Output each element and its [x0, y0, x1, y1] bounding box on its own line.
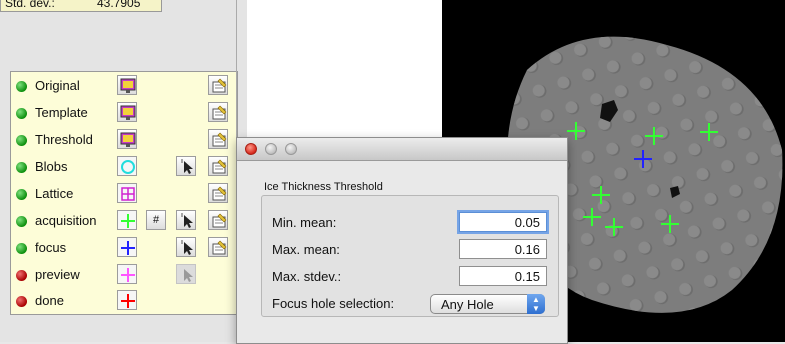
magenta-cross-icon[interactable] — [117, 264, 137, 284]
settings-icon[interactable] — [208, 210, 228, 230]
stats-readout: Std. dev.: 43.7905 — [0, 0, 162, 12]
layer-row-lattice: Lattice — [11, 181, 237, 207]
group-title: Ice Thickness Threshold — [264, 181, 383, 193]
settings-icon[interactable] — [208, 183, 228, 203]
monitor-icon[interactable] — [117, 129, 137, 149]
status-dot-icon[interactable] — [16, 135, 27, 146]
red-cross-icon[interactable] — [117, 290, 137, 310]
status-dot-icon[interactable] — [16, 108, 27, 119]
max-mean-field[interactable]: 0.16 — [459, 239, 547, 259]
layer-name: Lattice — [35, 186, 74, 201]
layer-name: Original — [35, 78, 80, 93]
focus-hole-select[interactable]: Any Hole ▲ ▼ — [430, 294, 545, 314]
hash-button[interactable]: # — [146, 210, 166, 230]
max-stdev-label: Max. stdev.: — [272, 269, 342, 284]
layer-row-preview: preview — [11, 262, 237, 288]
cursor-icon[interactable] — [176, 156, 196, 176]
monitor-icon[interactable] — [117, 75, 137, 95]
minimize-window-icon[interactable] — [265, 143, 277, 155]
cyan-circle-icon[interactable] — [117, 156, 137, 176]
lattice-icon[interactable] — [117, 183, 137, 203]
status-dot-icon[interactable] — [16, 243, 27, 254]
chevron-updown-icon: ▲ ▼ — [527, 294, 545, 314]
cursor-icon[interactable] — [176, 237, 196, 257]
status-dot-icon[interactable] — [16, 162, 27, 173]
dialog-titlebar[interactable] — [237, 138, 567, 161]
focus-hole-selected: Any Hole — [441, 297, 494, 312]
blue-cross-icon[interactable] — [117, 237, 137, 257]
layer-name: done — [35, 293, 64, 308]
layer-panel: Original Template Threshold Blobs Lattic… — [10, 71, 238, 315]
layer-name: focus — [35, 240, 67, 255]
green-cross-icon[interactable] — [117, 210, 137, 230]
layer-name: Threshold — [35, 132, 93, 147]
settings-icon[interactable] — [208, 75, 228, 95]
min-mean-field[interactable]: 0.05 — [459, 212, 547, 232]
stats-label: Std. dev.: — [5, 0, 55, 10]
layer-name: Blobs — [35, 159, 68, 174]
layer-name: acquisition — [35, 213, 97, 228]
layer-row-focus: focus — [11, 235, 237, 261]
max-mean-label: Max. mean: — [272, 242, 340, 257]
layer-row-done: done — [11, 288, 237, 314]
close-window-icon[interactable] — [245, 143, 257, 155]
layer-row-original: Original — [11, 73, 237, 99]
zoom-window-icon[interactable] — [285, 143, 297, 155]
min-mean-label: Min. mean: — [272, 215, 337, 230]
layer-row-template: Template — [11, 100, 237, 126]
stats-value: 43.7905 — [97, 0, 141, 10]
layer-name: preview — [35, 267, 80, 282]
settings-icon[interactable] — [208, 102, 228, 122]
status-dot-icon[interactable] — [16, 270, 27, 281]
status-dot-icon[interactable] — [16, 296, 27, 307]
cursor-disabled-icon — [176, 264, 196, 284]
focus-hole-label: Focus hole selection: — [272, 296, 395, 311]
ice-thickness-dialog: Ice Thickness Threshold Min. mean: 0.05 … — [236, 137, 568, 344]
threshold-group-box: Min. mean: 0.05 Max. mean: 0.16 Max. std… — [261, 195, 559, 317]
monitor-icon[interactable] — [117, 102, 137, 122]
left-panel: Std. dev.: 43.7905 Original Template Thr… — [0, 0, 247, 342]
settings-icon[interactable] — [208, 237, 228, 257]
status-dot-icon[interactable] — [16, 216, 27, 227]
max-stdev-field[interactable]: 0.15 — [459, 266, 547, 286]
settings-icon[interactable] — [208, 156, 228, 176]
layer-name: Template — [35, 105, 88, 120]
layer-row-threshold: Threshold — [11, 127, 237, 153]
status-dot-icon[interactable] — [16, 189, 27, 200]
status-dot-icon[interactable] — [16, 81, 27, 92]
layer-row-acquisition: acquisition # — [11, 208, 237, 234]
settings-icon[interactable] — [208, 129, 228, 149]
layer-row-blobs: Blobs — [11, 154, 237, 180]
cursor-icon[interactable] — [176, 210, 196, 230]
